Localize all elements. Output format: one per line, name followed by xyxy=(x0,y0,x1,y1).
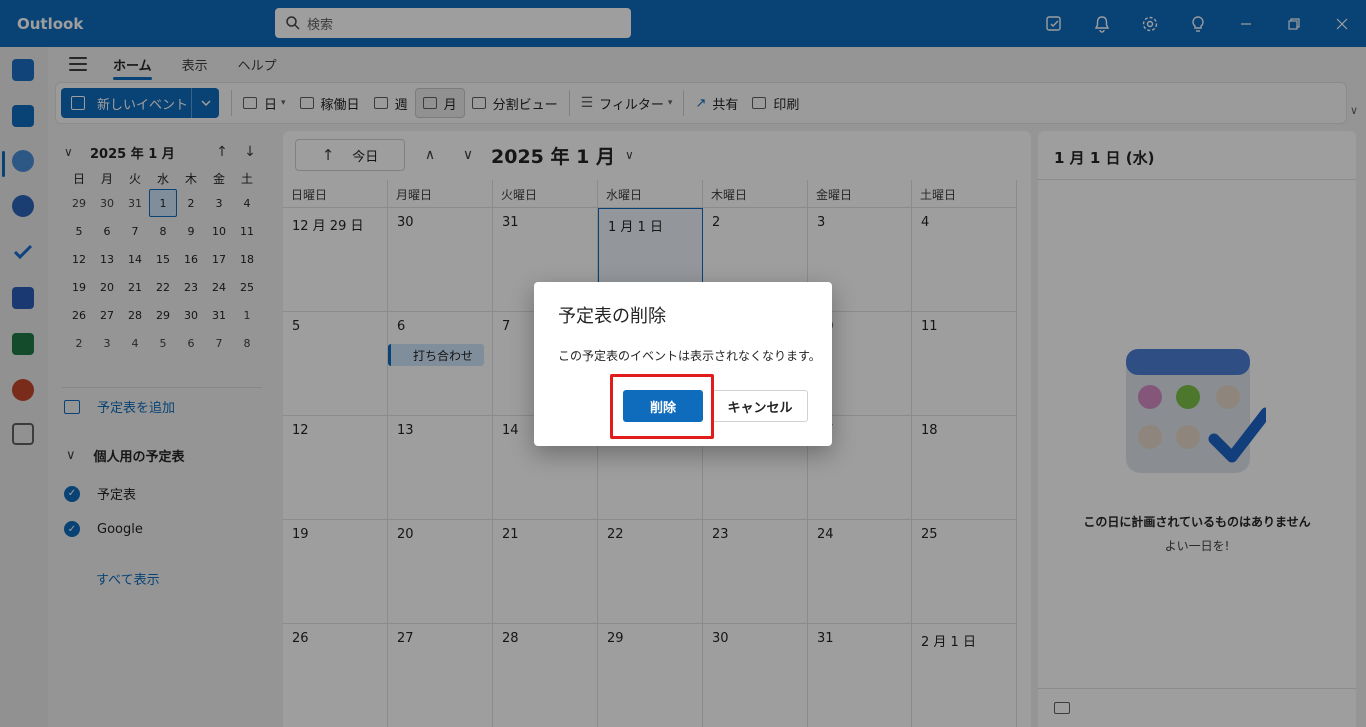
cancel-button[interactable]: キャンセル xyxy=(712,390,808,422)
highlight-box xyxy=(610,374,714,439)
dialog-title: 予定表の削除 xyxy=(558,306,666,327)
dialog-message: この予定表のイベントは表示されなくなります。 xyxy=(558,349,821,363)
